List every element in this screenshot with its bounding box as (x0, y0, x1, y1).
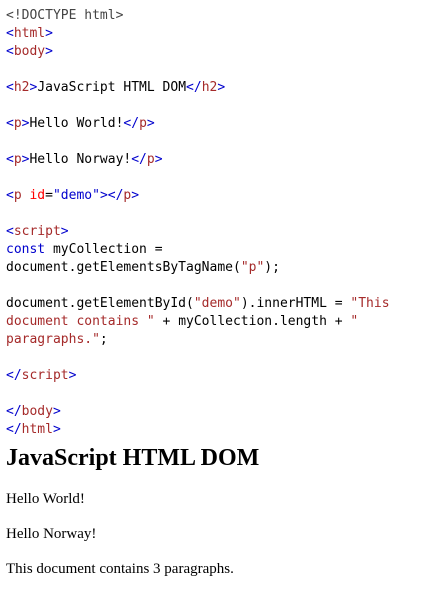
code-line-body-close: </body> (6, 404, 61, 419)
p1-open-tag: p (13, 116, 22, 131)
para-str: paragraphs." (6, 332, 100, 347)
p3-attr-value: "demo" (52, 188, 100, 203)
const-rest: myCollection = (45, 242, 163, 257)
code-line-script-close: </script> (6, 368, 77, 383)
code-line-p1: <p>Hello World!</p> (6, 116, 155, 131)
code-line-body-open: <body> (6, 44, 53, 59)
get-tag-arg: "p" (240, 260, 265, 275)
code-line-inner: document.getElementById("demo").innerHTM… (6, 295, 436, 313)
body-close-tag: body (21, 404, 53, 419)
code-line-p2: <p>Hello Norway!</p> (6, 152, 163, 167)
para-end: ; (99, 332, 108, 347)
code-line-h2: <h2>JavaScript HTML DOM</h2> (6, 80, 226, 95)
code-line-html-open: <html> (6, 26, 53, 41)
rendered-output: JavaScript HTML DOM Hello World! Hello N… (6, 436, 436, 595)
h2-source-text: JavaScript HTML DOM (37, 80, 187, 95)
p2-close-tag: p (146, 152, 155, 167)
code-line-const: const myCollection = (6, 241, 436, 259)
get-tag-prefix: document.getElementsByTagName( (6, 260, 241, 275)
p3-attr-name: id (29, 188, 46, 203)
p2-source-text: Hello Norway! (29, 152, 132, 167)
inner-arg: "demo" (193, 296, 241, 311)
p1-close-tag: p (139, 116, 147, 131)
paragraph-hello-world: Hello World! (6, 491, 85, 507)
code-line-get-tag: document.getElementsByTagName("p"); (6, 259, 436, 277)
inner-mid: ).innerHTML = (240, 296, 351, 311)
p2-open-tag: p (13, 152, 22, 167)
p1-source-text: Hello World! (29, 116, 124, 131)
doctype-text: <!DOCTYPE html> (6, 8, 124, 23)
get-tag-suffix: ); (264, 260, 280, 275)
demo-paragraph: This document contains 3 paragraphs. (6, 561, 234, 577)
code-line-script-open: <script> (6, 224, 69, 239)
code-listing: <!DOCTYPE html> <html> <body> <h2>JavaSc… (6, 7, 436, 439)
doc-str2: " (350, 314, 359, 329)
inner-prefix: document.getElementById( (6, 296, 194, 311)
h2-open-tag: h2 (13, 80, 30, 95)
html-close-tag: html (21, 422, 53, 437)
script-open-tag: script (13, 224, 61, 239)
code-line-doctype: <!DOCTYPE html> (6, 7, 436, 25)
h2-close-tag: h2 (201, 80, 218, 95)
body-open-tag: body (13, 44, 46, 59)
page-title: JavaScript HTML DOM (6, 445, 260, 471)
doc-str: document contains " (6, 314, 155, 329)
code-line-p3: <p id="demo"></p> (6, 188, 140, 203)
doc-mid: + myCollection.length + (154, 314, 351, 329)
const-keyword: const (6, 242, 46, 257)
inner-str1: "This (350, 296, 390, 311)
code-line-para: paragraphs."; (6, 331, 436, 349)
html-open-tag: html (13, 26, 46, 41)
p3-open-tag: p (13, 188, 22, 203)
script-close-tag: script (21, 368, 69, 383)
paragraph-hello-norway: Hello Norway! (6, 526, 97, 542)
code-line-doc: document contains " + myCollection.lengt… (6, 313, 436, 331)
